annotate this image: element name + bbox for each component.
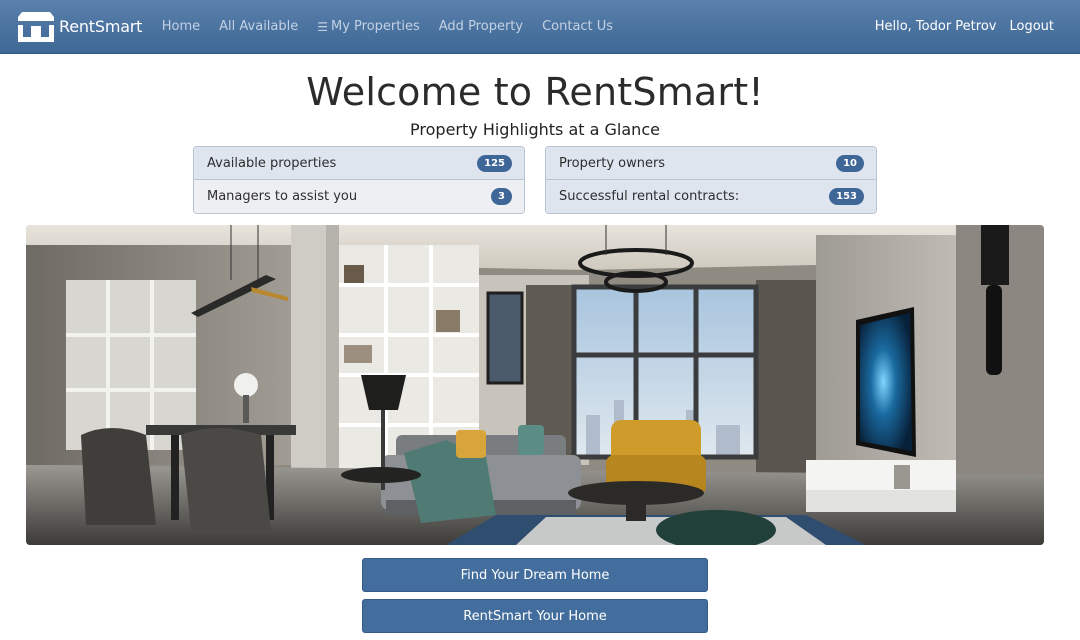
hero-image [26, 225, 1044, 545]
living-room-illustration [26, 225, 1044, 545]
nav-all-available-label: All Available [219, 19, 299, 34]
stat-label: Property owners [559, 155, 666, 171]
stat-property-owners: Property owners 10 [546, 147, 876, 180]
nav-my-properties-label: My Properties [331, 19, 420, 34]
page-subtitle: Property Highlights at a Glance [410, 120, 660, 139]
stat-label: Available properties [207, 155, 337, 171]
count-badge: 125 [477, 154, 512, 172]
nav-add-property[interactable]: Add Property [439, 19, 523, 34]
list-check-icon: ☰ [317, 19, 329, 34]
navbar: RentSmart Home All Available ☰ My Proper… [0, 0, 1080, 54]
stat-available-properties: Available properties 125 [194, 147, 524, 180]
count-badge: 153 [829, 188, 864, 205]
house-logo-icon [18, 11, 54, 42]
stats-group-right: Property owners 10 Successful rental con… [545, 146, 877, 214]
user-greeting[interactable]: Hello, Todor Petrov [875, 19, 997, 34]
stat-label: Successful rental contracts: [559, 189, 740, 204]
count-badge: 10 [836, 154, 864, 172]
rentsmart-your-home-button[interactable]: RentSmart Your Home [362, 599, 708, 633]
nav-add-property-label: Add Property [438, 19, 524, 34]
brand-name: RentSmart [59, 17, 143, 36]
find-dream-home-button[interactable]: Find Your Dream Home [362, 558, 708, 592]
stat-label: Managers to assist you [207, 189, 358, 204]
stats-group-left: Available properties 125 Managers to ass… [193, 146, 525, 214]
stat-managers: Managers to assist you 3 [194, 180, 524, 213]
count-badge: 3 [491, 188, 512, 205]
nav-links: Home All Available ☰ My Properties Add P… [152, 19, 622, 34]
nav-all-available[interactable]: All Available [219, 19, 298, 34]
nav-home[interactable]: Home [162, 19, 200, 34]
user-area: Hello, Todor Petrov Logout [862, 19, 1054, 34]
brand-link[interactable]: RentSmart [16, 11, 142, 43]
logout-link[interactable]: Logout [1009, 19, 1054, 34]
stat-rental-contracts: Successful rental contracts: 153 [546, 180, 876, 213]
nav-my-properties[interactable]: ☰ My Properties [317, 19, 420, 34]
nav-contact-us[interactable]: Contact Us [542, 19, 613, 34]
nav-contact-us-label: Contact Us [542, 19, 614, 34]
nav-home-label: Home [161, 19, 201, 34]
page-title: Welcome to RentSmart! [306, 70, 764, 114]
